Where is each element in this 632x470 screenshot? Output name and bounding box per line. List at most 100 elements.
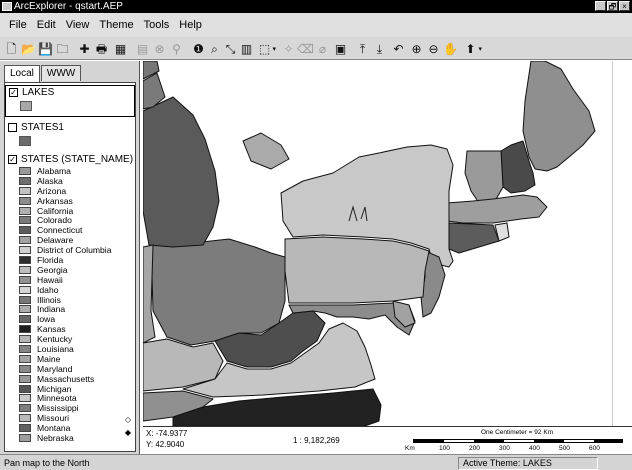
pan-north-icon[interactable]: ⬆ — [462, 40, 482, 57]
close-button[interactable]: × — [619, 1, 630, 11]
table-icon[interactable]: ▤ — [134, 40, 151, 57]
menu-edit[interactable]: Edit — [32, 19, 61, 31]
legend-item: Kansas — [5, 324, 135, 334]
legend-swatch — [19, 206, 31, 215]
theme-lakes[interactable]: ✓ LAKES — [5, 85, 135, 117]
one-centimeter-label: One Centimeter = 92 Km — [481, 429, 554, 436]
properties-icon[interactable]: ▦ — [112, 40, 129, 57]
menu-theme[interactable]: Theme — [94, 19, 138, 31]
state-vermont[interactable] — [464, 150, 504, 204]
state-canada-top[interactable] — [242, 132, 290, 170]
legend-item-label: Georgia — [37, 264, 68, 275]
legend-item-label: Arizona — [37, 185, 67, 196]
menu-view[interactable]: View — [61, 19, 95, 31]
find-icon[interactable]: ⌕ — [206, 40, 223, 57]
erase-icon[interactable]: ⌀ — [314, 40, 331, 57]
save-icon[interactable]: 💾 — [37, 40, 54, 57]
import-icon[interactable]: ⤓ — [371, 40, 388, 57]
scale-tick-label: 100 — [439, 445, 450, 452]
legend-item-label: Maryland — [37, 363, 73, 374]
legend-swatch — [19, 285, 31, 294]
legend-swatch — [19, 295, 31, 304]
legend-swatch — [19, 255, 31, 264]
legend-swatch — [19, 404, 31, 413]
legend-swatch — [19, 335, 31, 344]
buffer-icon[interactable]: ✧ — [280, 40, 297, 57]
export-icon[interactable]: ⤒ — [354, 40, 371, 57]
legend-item: Iowa — [5, 314, 135, 324]
legend-swatch — [19, 354, 31, 363]
menu-file[interactable]: File — [4, 19, 32, 31]
scale-tick-label: Km — [405, 445, 415, 452]
legend-scroll-down-icon[interactable]: ◆ — [125, 428, 131, 437]
map-view[interactable] — [143, 61, 612, 426]
chart-icon[interactable]: ▥ — [238, 40, 255, 57]
legend-swatch — [19, 196, 31, 205]
legend-item: Kentucky — [5, 334, 135, 344]
app-icon[interactable] — [2, 2, 12, 11]
state-michigan[interactable] — [143, 96, 220, 248]
lakes-checkbox[interactable]: ✓ — [9, 88, 18, 97]
layout-icon[interactable]: ▣ — [332, 40, 349, 57]
legend-item-label: Arkansas — [37, 195, 73, 206]
open-folder-icon[interactable]: 🗀 — [54, 40, 71, 57]
scale-bar — [413, 439, 623, 443]
theme-states1-name: STATES1 — [21, 122, 64, 133]
legend-item-label: Connecticut — [37, 225, 83, 236]
identify-icon[interactable]: ❶ — [190, 40, 207, 57]
legend-item: Montana — [5, 423, 135, 433]
minimize-button[interactable]: _ — [595, 1, 606, 11]
select-icon[interactable]: ⬚ — [256, 40, 276, 57]
legend-swatch — [19, 246, 31, 255]
pan-icon[interactable]: ✋ — [442, 40, 459, 57]
map-scrollbar[interactable] — [612, 61, 632, 426]
state-connecticut[interactable] — [448, 222, 500, 254]
zoom-in-icon[interactable]: ⊕ — [408, 40, 425, 57]
scale-ratio: 1 : 9,182,269 — [293, 436, 340, 445]
legend-item-label: California — [37, 205, 74, 216]
legend-swatch — [19, 216, 31, 225]
legend-item: Colorado — [5, 215, 135, 225]
remove-icon[interactable]: ⊗ — [151, 40, 168, 57]
legend-item-label: Florida — [37, 254, 64, 265]
state-maine[interactable] — [522, 61, 596, 172]
states-checkbox[interactable]: ✓ — [8, 155, 17, 164]
clear-icon[interactable]: ⌫ — [297, 40, 314, 57]
legend-swatch — [19, 364, 31, 373]
theme-states[interactable]: ✓ STATES (STATE_NAME) Alabama Alaska Arizo… — [5, 153, 135, 443]
open-icon[interactable]: 📂 — [20, 40, 37, 57]
coord-y: Y: 42.9040 — [146, 440, 185, 449]
new-icon[interactable]: 🗋 — [3, 40, 20, 57]
legend-swatch — [19, 414, 31, 423]
legend-item-label: Hawaii — [37, 274, 63, 285]
undo-icon[interactable]: ↶ — [390, 40, 407, 57]
state-pennsylvania[interactable] — [284, 236, 430, 304]
legend-scroll-up-icon[interactable]: ◇ — [125, 415, 131, 424]
restore-button[interactable]: 🗗 — [607, 1, 618, 11]
legend-item: California — [5, 206, 135, 216]
map-canvas[interactable] — [143, 61, 612, 426]
legend-swatch — [19, 236, 31, 245]
state-massachusetts[interactable] — [446, 194, 548, 224]
coord-x: X: -74.9377 — [146, 429, 188, 438]
legend-item: District of Columbia — [5, 245, 135, 255]
menu-help[interactable]: Help — [174, 19, 207, 31]
scale-tick-label: 500 — [559, 445, 570, 452]
measure-icon[interactable]: ⤡ — [222, 40, 239, 57]
tab-local[interactable]: Local — [4, 65, 40, 82]
tab-www[interactable]: WWW — [40, 65, 82, 81]
query-icon[interactable]: ⚲ — [168, 40, 185, 57]
legend-item-label: Montana — [37, 423, 71, 434]
states1-checkbox[interactable] — [8, 123, 17, 132]
legend-item-label: District of Columbia — [37, 245, 112, 256]
add-theme-icon[interactable]: ✚ — [76, 40, 93, 57]
legend-swatch — [19, 315, 31, 324]
print-icon[interactable]: 🖶 — [93, 40, 110, 57]
menu-tools[interactable]: Tools — [139, 19, 175, 31]
legend-item: Mississippi — [5, 403, 135, 413]
legend-item-label: Illinois — [37, 294, 61, 305]
zoom-out-icon[interactable]: ⊖ — [425, 40, 442, 57]
state-ohio[interactable] — [150, 238, 286, 346]
theme-states1[interactable]: STATES1 — [5, 121, 135, 146]
legend-item: Maine — [5, 354, 135, 364]
